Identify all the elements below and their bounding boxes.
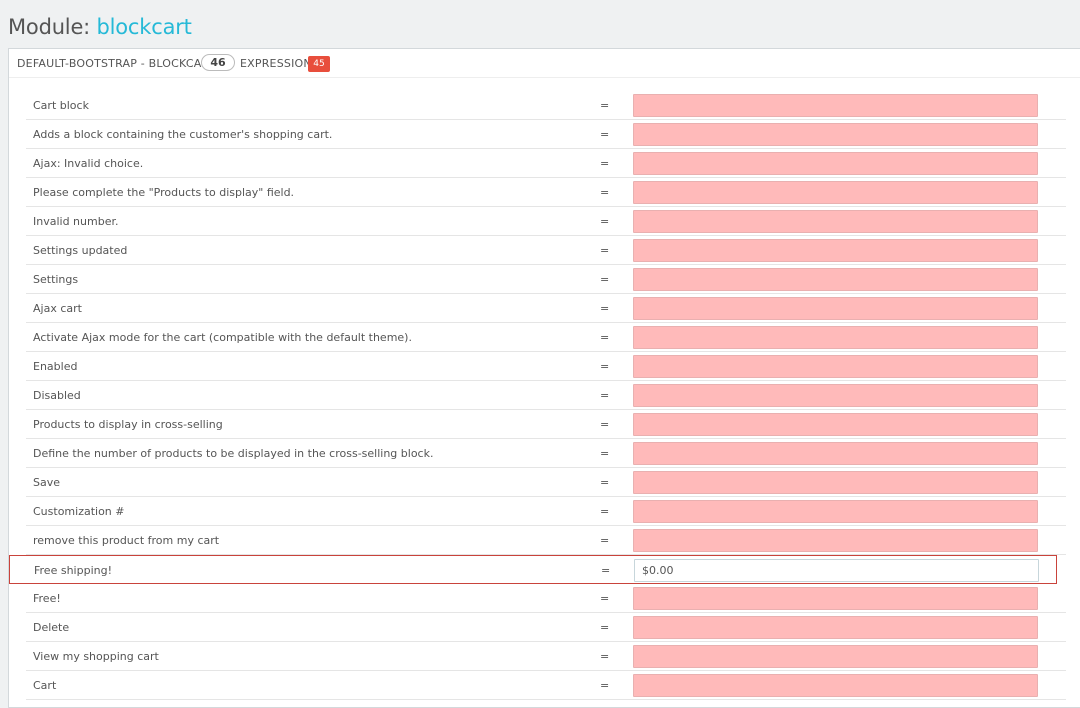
source-text-label: remove this product from my cart <box>33 534 220 547</box>
translation-input[interactable] <box>633 181 1038 204</box>
equals-sign: = <box>600 244 610 257</box>
source-text-label: Adds a block containing the customer's s… <box>33 128 333 141</box>
translation-input[interactable] <box>633 674 1038 697</box>
missing-translations-badge: 45 <box>308 56 330 72</box>
source-text-label: Disabled <box>33 389 81 402</box>
equals-sign: = <box>600 476 610 489</box>
translation-input[interactable] <box>633 210 1038 233</box>
module-name: blockcart <box>96 15 192 39</box>
translation-row: Disabled = <box>26 381 1066 410</box>
translation-input[interactable] <box>633 94 1038 117</box>
source-text-label: Ajax: Invalid choice. <box>33 157 144 170</box>
equals-sign: = <box>600 273 610 286</box>
source-text-label: Activate Ajax mode for the cart (compati… <box>33 331 412 344</box>
translation-row: Settings updated = <box>26 236 1066 265</box>
translation-input[interactable] <box>633 413 1038 436</box>
translation-input[interactable] <box>633 442 1038 465</box>
source-text-label: Settings updated <box>33 244 128 257</box>
source-text-label: Define the number of products to be disp… <box>33 447 434 460</box>
equals-sign: = <box>600 360 610 373</box>
translation-input[interactable] <box>633 123 1038 146</box>
equals-sign: = <box>600 621 610 634</box>
equals-sign: = <box>600 505 610 518</box>
page-title: Module: blockcart <box>8 12 192 42</box>
source-text-label: Enabled <box>33 360 78 373</box>
translation-row: Delete = <box>26 613 1066 642</box>
equals-sign: = <box>600 389 610 402</box>
source-text-label: Settings <box>33 273 79 286</box>
translation-input[interactable] <box>633 471 1038 494</box>
translation-row: Save = <box>26 468 1066 497</box>
translation-row: Invalid number. = <box>26 207 1066 236</box>
translation-row: Free shipping! = <box>9 555 1057 584</box>
translation-row: Adds a block containing the customer's s… <box>26 120 1066 149</box>
translation-input[interactable] <box>633 326 1038 349</box>
source-text-label: Free! <box>33 592 61 605</box>
translation-input[interactable] <box>633 239 1038 262</box>
translation-input[interactable] <box>633 529 1038 552</box>
translation-input[interactable] <box>633 297 1038 320</box>
translation-row: Free! = <box>26 584 1066 613</box>
equals-sign: = <box>600 99 610 112</box>
equals-sign: = <box>600 418 610 431</box>
equals-sign: = <box>601 564 611 577</box>
source-text-label: Cart block <box>33 99 89 112</box>
translation-row: Products to display in cross-selling = <box>26 410 1066 439</box>
source-text-label: View my shopping cart <box>33 650 159 663</box>
translation-input[interactable] <box>633 645 1038 668</box>
expression-count-badge: 46 <box>201 54 235 71</box>
equals-sign: = <box>600 592 610 605</box>
source-text-label: Ajax cart <box>33 302 82 315</box>
translation-row: Cart block = <box>26 91 1066 120</box>
equals-sign: = <box>600 447 610 460</box>
equals-sign: = <box>600 650 610 663</box>
equals-sign: = <box>600 302 610 315</box>
translation-input[interactable] <box>633 355 1038 378</box>
equals-sign: = <box>600 186 610 199</box>
translation-row: Activate Ajax mode for the cart (compati… <box>26 323 1066 352</box>
translation-row: Please complete the "Products to display… <box>26 178 1066 207</box>
source-text-label: Customization # <box>33 505 125 518</box>
source-text-label: Free shipping! <box>34 564 112 577</box>
source-text-label: Products to display in cross-selling <box>33 418 223 431</box>
source-text-label: Delete <box>33 621 70 634</box>
equals-sign: = <box>600 215 610 228</box>
equals-sign: = <box>600 534 610 547</box>
page-title-prefix: Module: <box>8 15 97 39</box>
translation-input[interactable] <box>633 587 1038 610</box>
translation-input[interactable] <box>633 268 1038 291</box>
translation-row: Settings = <box>26 265 1066 294</box>
source-text-label: Please complete the "Products to display… <box>33 186 295 199</box>
translation-row: Enabled = <box>26 352 1066 381</box>
source-text-label: Cart <box>33 679 57 692</box>
translation-input[interactable] <box>633 500 1038 523</box>
translation-panel: DEFAULT-BOOTSTRAP - BLOCKCART 46 EXPRESS… <box>8 48 1080 708</box>
translation-row: Define the number of products to be disp… <box>26 439 1066 468</box>
equals-sign: = <box>600 157 610 170</box>
translation-input[interactable] <box>633 616 1038 639</box>
translation-input[interactable] <box>633 384 1038 407</box>
translation-input[interactable] <box>633 152 1038 175</box>
equals-sign: = <box>600 331 610 344</box>
panel-heading: DEFAULT-BOOTSTRAP - BLOCKCART 46 EXPRESS… <box>9 49 1080 78</box>
translation-row: View my shopping cart = <box>26 642 1066 671</box>
translation-row: Ajax cart = <box>26 294 1066 323</box>
translation-input[interactable] <box>634 559 1039 582</box>
translation-row: Customization # = <box>26 497 1066 526</box>
panel-heading-title: DEFAULT-BOOTSTRAP - BLOCKCART <box>17 57 216 70</box>
source-text-label: Save <box>33 476 61 489</box>
equals-sign: = <box>600 128 610 141</box>
translation-row: Ajax: Invalid choice. = <box>26 149 1066 178</box>
source-text-label: Invalid number. <box>33 215 119 228</box>
translation-row: remove this product from my cart = <box>26 526 1066 555</box>
equals-sign: = <box>600 679 610 692</box>
